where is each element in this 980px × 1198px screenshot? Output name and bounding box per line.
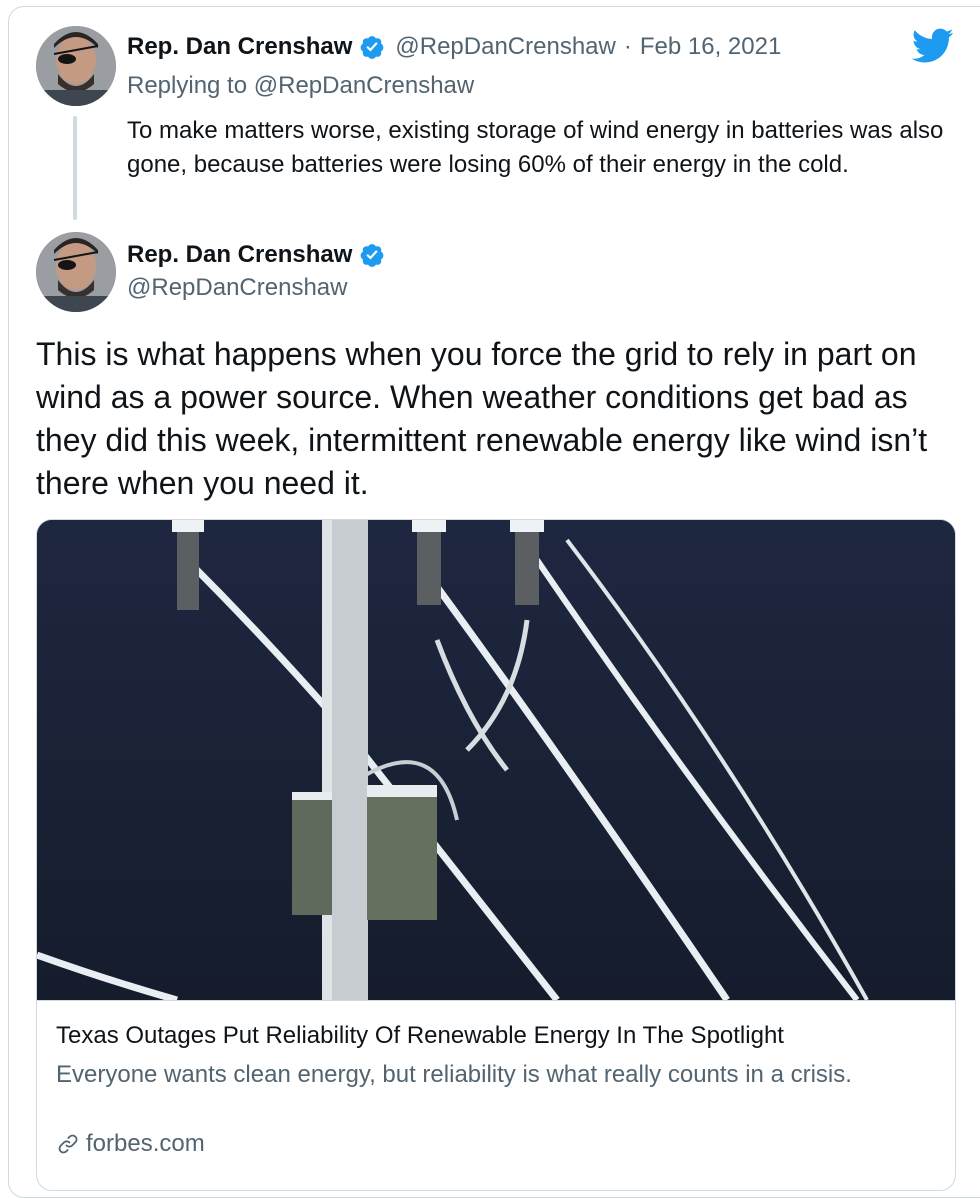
author-name[interactable]: Rep. Dan Crenshaw — [127, 241, 352, 269]
twitter-bird-icon[interactable] — [912, 28, 954, 64]
link-title[interactable]: Texas Outages Put Reliability Of Renewab… — [56, 1020, 936, 1052]
replying-to-mention[interactable]: @RepDanCrenshaw — [254, 72, 474, 99]
tweet-date[interactable]: Feb 16, 2021 — [640, 33, 781, 61]
link-icon — [58, 1134, 78, 1154]
thread-connector-line — [73, 116, 77, 220]
link-domain: forbes.com — [86, 1130, 205, 1157]
author-handle[interactable]: @RepDanCrenshaw — [395, 33, 615, 61]
replying-to-line: Replying to @RepDanCrenshaw — [127, 72, 474, 100]
avatar[interactable] — [36, 232, 116, 312]
link-domain-row[interactable]: forbes.com — [56, 1130, 205, 1158]
link-card-divider — [37, 1000, 955, 1001]
replying-to-prefix: Replying to — [127, 72, 254, 99]
dot-separator: · — [623, 33, 632, 60]
author-handle[interactable]: @RepDanCrenshaw — [127, 274, 347, 302]
main-tweet-handle-row: @RepDanCrenshaw — [127, 274, 347, 302]
link-preview-image — [37, 520, 955, 1000]
link-description: Everyone wants clean energy, but reliabi… — [56, 1061, 852, 1088]
main-tweet-text: This is what happens when you force the … — [36, 336, 928, 501]
avatar[interactable] — [36, 26, 116, 106]
reply-tweet-text: To make matters worse, existing storage … — [127, 117, 944, 178]
link-preview-card[interactable]: Texas Outages Put Reliability Of Renewab… — [36, 519, 956, 1191]
verified-badge-icon — [361, 244, 384, 267]
main-tweet-author: Rep. Dan Crenshaw — [127, 241, 385, 269]
reply-tweet-header: Rep. Dan Crenshaw @RepDanCrenshaw · Feb … — [127, 33, 781, 61]
verified-badge-icon — [361, 36, 384, 59]
author-name[interactable]: Rep. Dan Crenshaw — [127, 33, 352, 61]
